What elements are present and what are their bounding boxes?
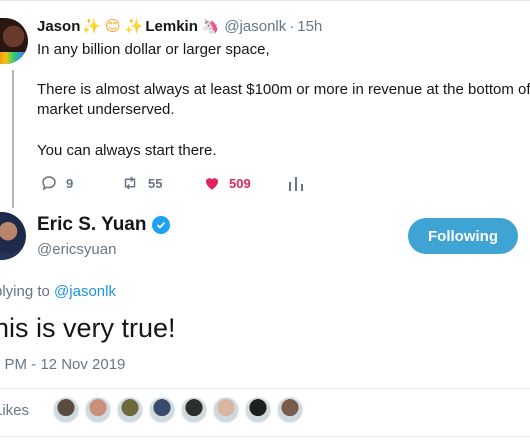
parent-author-handle[interactable]: @jasonlk [224,18,286,35]
liker-avatars-row [53,397,309,423]
main-author-handle[interactable]: @ericsyuan [37,241,116,258]
replying-to-mention-link[interactable]: @jasonlk [54,283,116,300]
parent-tweet-header: Jason ✨ 😊 ✨ Lemkin 🦄 @jasonlk · 15h [37,16,322,36]
heart-icon [206,178,218,190]
liker-avatar-7[interactable] [245,397,271,423]
retweet-icon [124,176,136,190]
unicorn-emoji-icon: 🦄 [201,17,220,34]
main-author-name-row: Eric S. Yuan [37,214,171,236]
following-button[interactable]: Following [408,218,518,254]
replying-to-line: plying to @jasonlk [0,283,116,300]
like-button[interactable]: 509 [203,173,251,193]
bottom-divider [0,436,530,437]
parent-author-first-name[interactable]: Jason [37,18,80,35]
header-separator: · [289,17,295,35]
smiling-face-emoji-icon: 😊 [105,18,121,35]
eric-avatar[interactable] [0,212,26,260]
stats-divider [0,388,530,389]
liker-avatar-2[interactable] [85,397,111,423]
reply-icon [42,176,56,191]
liker-avatar-3[interactable] [117,397,143,423]
liker-avatar-8[interactable] [277,397,303,423]
parent-tweet-line-3: market underserved. [37,101,175,118]
parent-tweet-line-4: You can always start there. [37,142,217,159]
main-tweet-timestamp[interactable]: 6 PM - 12 Nov 2019 [0,356,125,373]
parent-tweet-line-1: In any billion dollar or larger space, [37,41,270,58]
like-count: 509 [229,175,251,191]
liker-avatar-4[interactable] [149,397,175,423]
replying-to-label: plying to [0,283,50,300]
liker-avatar-1[interactable] [53,397,79,423]
main-tweet-text: his is very true! [0,313,176,343]
retweet-button[interactable]: 55 [120,173,162,193]
parent-author-last-name[interactable]: Lemkin [145,18,198,35]
analytics-icon [289,177,303,191]
verified-badge-icon [152,216,171,234]
analytics-button[interactable] [288,173,304,193]
parent-tweet-time[interactable]: 15h [297,18,322,35]
top-divider [0,0,530,1]
parent-tweet-line-2: There is almost always at least $100m or… [37,81,530,98]
likes-label[interactable]: Likes [0,402,29,419]
retweet-count: 55 [148,175,163,191]
thread-connector-line [12,70,14,208]
reply-count: 9 [66,175,74,191]
sparkles-emoji-icon: ✨ [82,18,102,35]
main-author-name[interactable]: Eric S. Yuan [37,214,146,236]
reply-button[interactable]: 9 [40,173,73,193]
liker-avatar-6[interactable] [213,397,239,423]
liker-avatar-5[interactable] [181,397,207,423]
jason-avatar[interactable] [0,18,28,64]
sparkles-emoji-icon-2: ✨ [124,18,144,35]
